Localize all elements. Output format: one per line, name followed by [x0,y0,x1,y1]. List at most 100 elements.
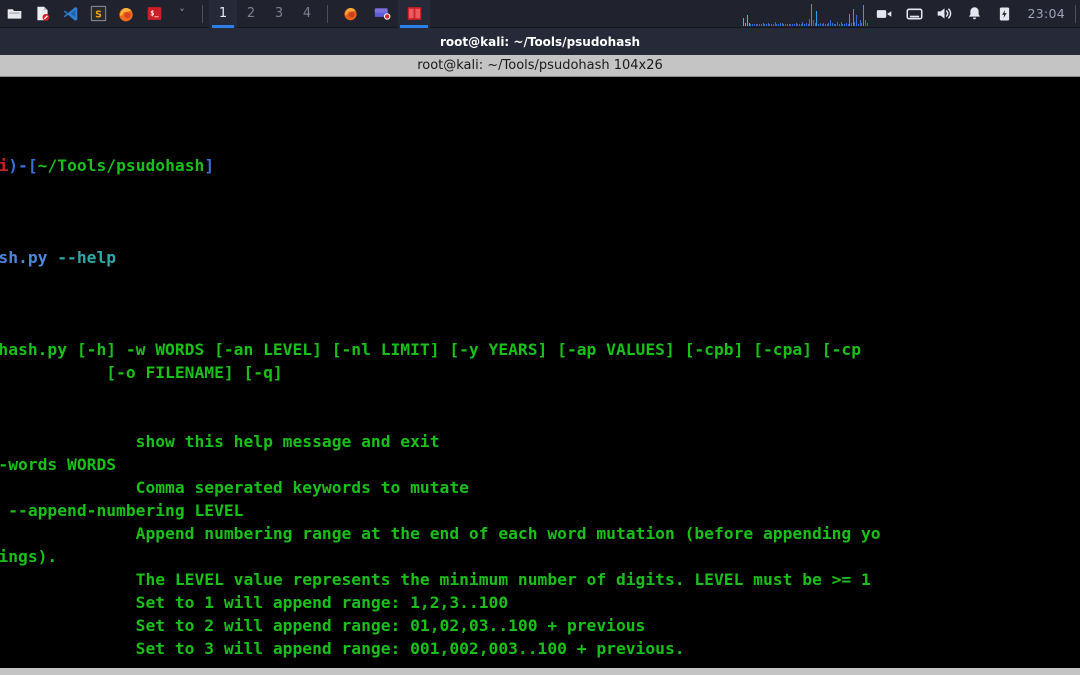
taskbar-left: S $_ ˅ 1 2 3 4 [0,0,430,28]
netgraph-bar [863,4,864,26]
netgraph-bar [776,23,778,26]
netgraph-bar [767,22,769,26]
screen-record-icon[interactable] [869,0,899,28]
netgraph-bar [861,22,863,26]
workspace-1[interactable]: 1 [209,0,237,28]
terminal-tab-label: root@kali: ~/Tools/psudohash 104x26 [417,58,663,73]
netgraph-bar [859,19,861,26]
command-flag: --help [57,248,117,267]
window-screenshot[interactable] [366,0,398,28]
terminal-line: Set to 1 will append range: 1,2,3..100 [135,593,509,612]
firefox-icon[interactable] [112,0,140,28]
window-terminal[interactable] [398,0,430,28]
netgraph-bar [809,18,811,26]
text-editor-icon[interactable] [28,0,56,28]
network-graph-widget[interactable] [741,2,869,26]
netgraph-bar [792,23,793,26]
battery-icon[interactable] [989,0,1019,28]
netgraph-bar [752,23,753,26]
vscode-icon[interactable] [56,0,84,28]
window-bottom-edge [0,668,1080,675]
sublime-icon[interactable]: S [84,0,112,28]
netgraph-bar [802,21,804,26]
netgraph-bar [805,22,807,26]
terminal-line: n LEVEL, --append-numbering LEVEL [8,501,244,520]
terminal-line: --help show this help message and exit [135,432,440,451]
terminal-line: mon paddings). [0,547,58,566]
terminal-line: Append numbering range at the end of eac… [0,524,881,543]
terminal-output: root☠kali)-[~/Tools/psudohash] /psudohas… [0,85,881,668]
netgraph-bar [840,21,842,26]
netgraph-bar [783,23,785,26]
terminal-line: Set to 2 will append range: 01,02,03..10… [135,616,646,635]
netgraph-bar [852,8,854,26]
prompt-bracket-close: ] [204,156,215,175]
workspace-3[interactable]: 3 [265,0,293,28]
taskbar-right: 23:04 [741,0,1080,28]
workspace-2[interactable]: 2 [237,0,265,28]
files-icon[interactable] [0,0,28,28]
netgraph-bar [851,22,852,26]
display-icon[interactable] [899,0,929,28]
terminal-command-line: /psudohash.py --help [0,246,881,269]
taskbar-divider-2 [327,4,328,23]
netgraph-bar [771,23,772,26]
netgraph-bar [844,23,845,26]
netgraph-bar [864,19,866,26]
netgraph-bar [795,22,797,26]
netgraph-bar [743,17,745,26]
netgraph-bar [811,3,812,26]
netgraph-bar [762,22,764,26]
chevron-down-icon: ˅ [179,7,185,20]
workspace-label: 2 [246,6,256,21]
prompt-host: kali [0,156,9,175]
workspace-label: 4 [302,6,312,21]
terminal-line: e: psudohash.py [-h] -w WORDS [-an LEVEL… [0,340,862,359]
volume-icon[interactable] [929,0,959,28]
netgraph-bar [800,23,802,26]
netgraph-bar [774,21,776,26]
notification-bell-icon[interactable] [959,0,989,28]
terminal-body[interactable]: root☠kali)-[~/Tools/psudohash] /psudohas… [0,77,1080,668]
window-title: root@kali: ~/Tools/psudohash [439,34,640,49]
netgraph-bar [757,23,759,26]
netgraph-bar [837,21,838,26]
netgraph-bar [838,23,840,26]
terminal-line: The LEVEL value represents the minimum n… [0,570,871,589]
netgraph-bar [798,23,800,26]
netgraph-bar [856,14,857,26]
netgraph-bar [786,23,788,26]
netgraph-bar [812,19,814,26]
netgraph-bar [821,23,823,26]
taskbar-divider-1 [202,4,203,23]
netgraph-bar [830,19,831,26]
clock[interactable]: 23:04 [1019,6,1073,21]
netgraph-bar [831,22,833,26]
netgraph-bar [766,23,767,26]
window-firefox[interactable] [334,0,366,28]
prompt-path: ~/Tools/psudohash [37,156,205,175]
netgraph-bar [781,22,783,26]
netgraph-bar [797,23,798,26]
netgraph-bar [828,22,830,26]
workspace-4[interactable]: 4 [293,0,321,28]
terminal-line: ns: [0,407,881,430]
terminal-help-output: e: psudohash.py [-h] -w WORDS [-an LEVEL… [0,338,881,668]
workspace-label: 1 [218,6,228,21]
terminal-prompt-line: root☠kali)-[~/Tools/psudohash] [0,154,881,177]
netgraph-bar [866,22,868,26]
netgraph-bar [854,21,856,26]
netgraph-bar [764,23,766,26]
terminal-icon[interactable]: $_ [140,0,168,28]
netgraph-bar [816,10,818,26]
prompt-bracket-open: )-[ [8,156,38,175]
terminal-tab[interactable]: root@kali: ~/Tools/psudohash 104x26 [0,55,1080,77]
netgraph-bar [835,23,837,26]
netgraph-bar [833,23,835,26]
netgraph-bar [826,23,828,26]
launcher-dropdown-chevron-icon[interactable]: ˅ [168,0,196,28]
netgraph-bar [845,22,847,26]
netgraph-bar [759,23,760,26]
netgraph-bar [804,23,805,26]
